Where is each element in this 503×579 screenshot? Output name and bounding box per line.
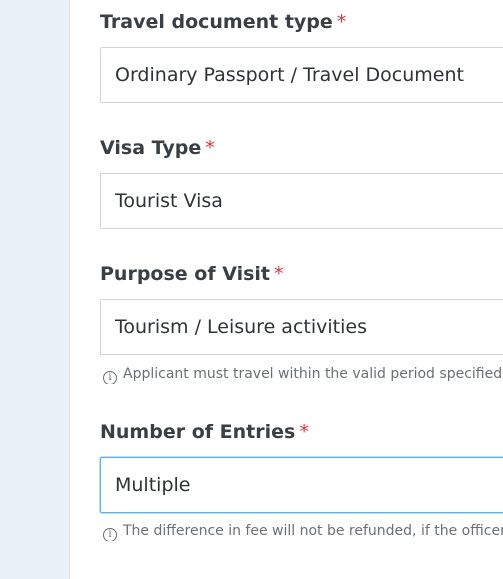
entries-select[interactable]: Multiple — [100, 457, 503, 513]
travel-document-select[interactable]: Ordinary Passport / Travel Document — [100, 47, 503, 103]
visa-type-field: Visa Type * Tourist Visa — [100, 136, 503, 229]
entries-field: Number of Entries * Multiple i The differe… — [100, 420, 503, 541]
info-icon: i — [103, 528, 117, 541]
info-icon: i — [103, 371, 117, 384]
purpose-field: Purpose of Visit * Tourism / Leisure acti… — [100, 262, 503, 384]
visa-type-select[interactable]: Tourist Visa — [100, 173, 503, 229]
entries-hint: i The difference in fee will not be refun… — [100, 521, 503, 541]
visa-type-label: Visa Type * — [100, 137, 215, 159]
travel-document-label: Travel document type * — [100, 11, 347, 33]
required-mark: * — [336, 11, 347, 33]
required-mark: * — [299, 421, 309, 443]
entries-label: Number of Entries * — [100, 421, 309, 443]
visa-form: Travel document type * Ordinary Passport … — [70, 0, 503, 579]
purpose-hint: i Applicant must travel within the valid … — [100, 364, 503, 384]
purpose-label: Purpose of Visit * — [100, 263, 284, 285]
purpose-select[interactable]: Tourism / Leisure activities — [100, 299, 503, 355]
sidebar-panel — [0, 0, 70, 579]
travel-document-field: Travel document type * Ordinary Passport … — [100, 10, 503, 103]
required-mark: * — [205, 137, 215, 159]
required-mark: * — [274, 263, 284, 285]
